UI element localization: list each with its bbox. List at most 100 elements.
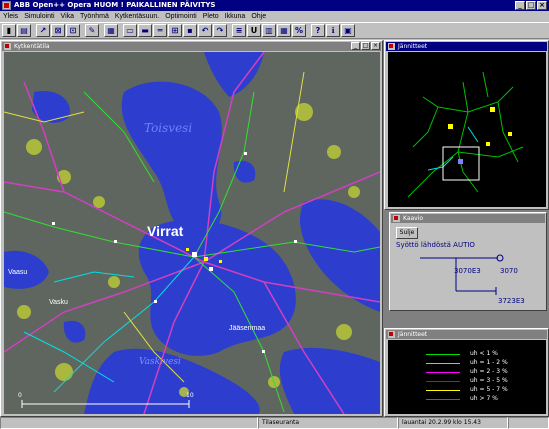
feeder-icon[interactable]: ▪	[183, 24, 197, 37]
redo-icon[interactable]: ↷	[213, 24, 227, 37]
u-button[interactable]: U	[247, 24, 261, 37]
legend-line-blue	[426, 381, 460, 382]
legend-item: uh < 1 %	[426, 350, 548, 358]
lake-label: Toisvesi	[144, 121, 192, 135]
toolbar: ▮ ▤ ↗ ⊠ ⊡ ✎ ▦ ▭ ▬ ═ ⊞ ▪ ↶ ↷ ≡ U ▥ ▦ % ? …	[0, 22, 549, 39]
app-icon[interactable]	[2, 1, 11, 10]
legend-label: uh = 1 - 2 %	[470, 359, 508, 366]
map-window-title: Kytkentätila	[14, 43, 50, 50]
help-icon[interactable]: ?	[311, 24, 325, 37]
close-button[interactable]: ×	[371, 42, 380, 50]
window-icon	[388, 43, 395, 50]
legend-line-magenta	[426, 372, 460, 373]
window-title: ABB Open++ Opera HUOM ! PAIKALLINEN PÄIV…	[14, 1, 216, 9]
menu-simulointi[interactable]: Simulointi	[24, 11, 54, 22]
map-window-titlebar[interactable]: Kytkentätila _ □ ×	[2, 42, 381, 51]
city-label: Virrat	[147, 223, 184, 239]
zoom-in-icon[interactable]: ↗	[36, 24, 50, 37]
percent-icon[interactable]: %	[292, 24, 306, 37]
menu-optimointi[interactable]: Optimointi	[165, 11, 197, 22]
table-icon[interactable]: ▦	[277, 24, 291, 37]
line-icon[interactable]: ═	[153, 24, 167, 37]
lake-label-vaskivesi: Vaskivesi	[139, 357, 181, 367]
close-button[interactable]: Sulje	[396, 227, 418, 239]
legend-line-cyan	[426, 363, 460, 364]
info-window: Kaavio Sulje Syöttö lähdöstä AUTIO 3070E…	[389, 212, 547, 311]
maximize-button[interactable]: □	[361, 42, 370, 50]
legend-item: uh = 5 - 7 %	[426, 386, 548, 394]
legend-label: uh < 1 %	[470, 350, 498, 357]
overview-map[interactable]	[388, 52, 546, 207]
legend-window: Jännitteet uh < 1 % uh = 1 - 2 % uh = 2 …	[384, 328, 549, 417]
select-icon[interactable]: ⊡	[66, 24, 80, 37]
window-icon	[388, 331, 395, 338]
info-window-title: Kaavio	[403, 215, 424, 222]
info-icon[interactable]: ℹ	[326, 24, 340, 37]
status-extra	[508, 417, 549, 429]
info-heading: Syöttö lähdöstä AUTIO	[396, 241, 475, 249]
menu-kytkentasuun[interactable]: Kytkentäsuun.	[115, 11, 159, 22]
menu-tyonhma[interactable]: Työnhmä	[80, 11, 109, 22]
legend-line-yellow	[426, 390, 460, 391]
status-bar: Tilaseuranta lauantai 20.2.99 klo 15.43	[0, 417, 549, 429]
menu-ikkuna[interactable]: Ikkuna	[225, 11, 246, 22]
scale-end-label: 10	[186, 392, 194, 399]
list-icon[interactable]: ≡	[232, 24, 246, 37]
scale-start-label: 0	[18, 392, 22, 399]
menu-yleis[interactable]: Yleis	[3, 11, 18, 22]
minimize-button[interactable]: _	[351, 42, 360, 50]
legend-line-red	[426, 399, 460, 400]
legend-item: uh = 1 - 2 %	[426, 359, 548, 367]
window-icon	[4, 43, 11, 50]
about-icon[interactable]: ▣	[341, 24, 355, 37]
value-primary: 3070E3	[454, 267, 481, 275]
legend-window-titlebar[interactable]: Jännitteet	[386, 330, 547, 339]
overview-canvas[interactable]	[388, 52, 546, 207]
legend-item: uh = 2 - 3 %	[426, 368, 548, 376]
chart-icon[interactable]: ▥	[262, 24, 276, 37]
lake-southeast	[279, 347, 380, 414]
application-window: ABB Open++ Opera HUOM ! PAIKALLINEN PÄIV…	[0, 0, 549, 429]
mdi-area: Kytkentätila _ □ × 0 10 Toisvesi Virrat …	[0, 40, 549, 417]
overview-window-title: Jännitteet	[398, 43, 428, 50]
switch-icon[interactable]: ▬	[138, 24, 152, 37]
close-button[interactable]: ×	[537, 1, 547, 10]
node-icon[interactable]: ⊞	[168, 24, 182, 37]
menu-ohje[interactable]: Ohje	[251, 11, 266, 22]
menu-vika[interactable]: Vika	[61, 11, 75, 22]
map-canvas[interactable]: 0 10 Toisvesi Virrat Vaasu Jääsenmaa Vas…	[4, 52, 380, 414]
exit-icon[interactable]: ▮	[2, 24, 16, 37]
legend-window-title: Jännitteet	[398, 331, 428, 338]
legend-line-green	[426, 354, 460, 355]
pan-icon[interactable]: ✎	[85, 24, 99, 37]
title-bar: ABB Open++ Opera HUOM ! PAIKALLINEN PÄIV…	[0, 0, 549, 11]
network-map[interactable]: 0 10 Toisvesi Virrat Vaasu Jääsenmaa Vas…	[4, 52, 380, 414]
minimize-button[interactable]: _	[515, 1, 525, 10]
village-label-vasku: Vasku	[49, 299, 68, 306]
legend-label: uh = 3 - 5 %	[470, 377, 508, 384]
undo-icon[interactable]: ↶	[198, 24, 212, 37]
status-left	[0, 417, 258, 429]
value-secondary: 3070	[500, 267, 518, 275]
overview-window: Jännitteet	[384, 40, 549, 210]
legend-label: uh = 5 - 7 %	[470, 386, 508, 393]
legend-panel: uh < 1 % uh = 1 - 2 % uh = 2 - 3 % uh = …	[388, 340, 546, 414]
legend-label: uh = 2 - 3 %	[470, 368, 508, 375]
window-icon	[393, 215, 400, 222]
village-label-jaasenmaa: Jääsenmaa	[229, 325, 265, 332]
map-window: Kytkentätila _ □ × 0 10 Toisvesi Virrat …	[0, 40, 383, 417]
village-label-vaasu: Vaasu	[8, 269, 27, 276]
legend-item: uh > 7 %	[426, 395, 548, 403]
print-icon[interactable]: ▤	[17, 24, 31, 37]
grid-icon[interactable]: ▭	[123, 24, 137, 37]
legend-label: uh > 7 %	[470, 395, 498, 402]
menu-bar: Yleis Simulointi Vika Työnhmä Kytkentäsu…	[0, 11, 549, 22]
status-datetime: lauantai 20.2.99 klo 15.43	[398, 417, 508, 429]
overview-window-titlebar[interactable]: Jännitteet	[386, 42, 547, 51]
info-window-titlebar[interactable]: Kaavio	[391, 214, 545, 223]
status-mode: Tilaseuranta	[258, 417, 398, 429]
layer-icon[interactable]: ▦	[104, 24, 118, 37]
zoom-out-icon[interactable]: ⊠	[51, 24, 65, 37]
menu-pleto[interactable]: Pleto	[203, 11, 219, 22]
maximize-button[interactable]: □	[526, 1, 536, 10]
